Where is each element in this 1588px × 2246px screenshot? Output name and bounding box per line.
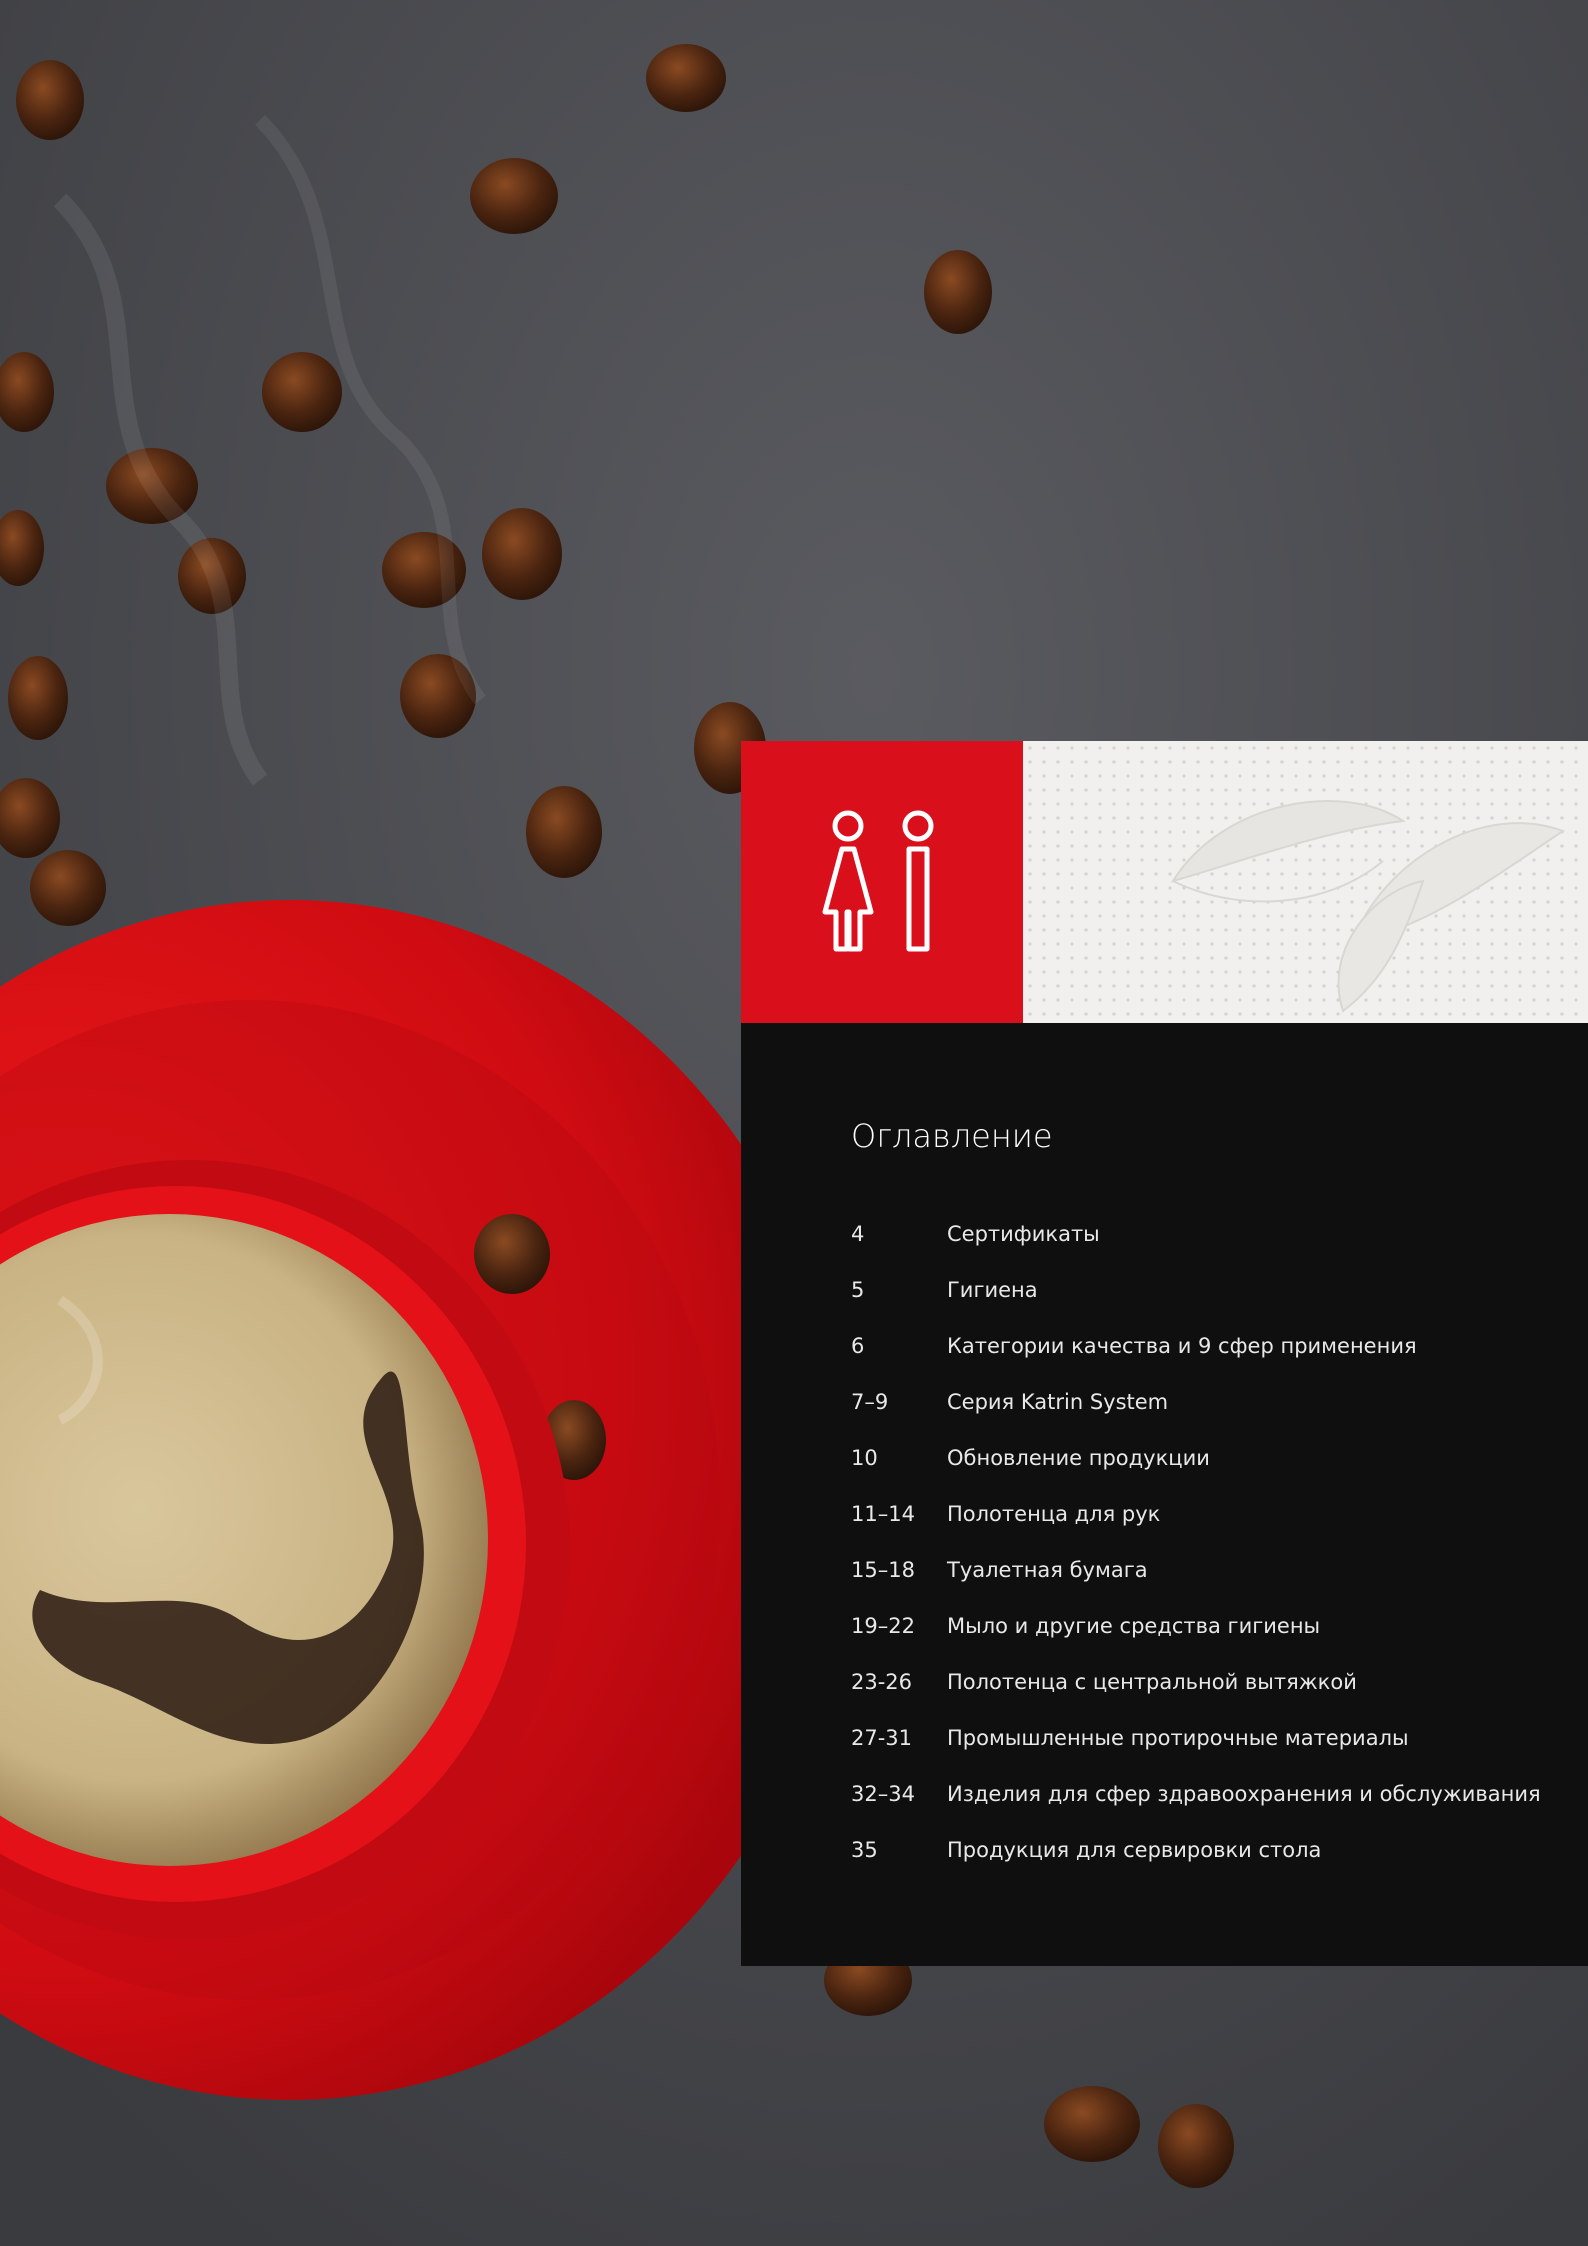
toc-item: 11–14 Полотенца для рук	[851, 1486, 1541, 1542]
restroom-icon	[822, 810, 934, 952]
toc-section-title: Туалетная бумага	[947, 1558, 1148, 1582]
toc-section-title: Категории качества и 9 сфер применения	[947, 1334, 1417, 1358]
toc-item: 15–18 Туалетная бумага	[851, 1542, 1541, 1598]
toc-page-range: 23-26	[851, 1670, 913, 1694]
toc-page-range: 15–18	[851, 1558, 915, 1582]
toc-section-title: Серия Katrin System	[947, 1390, 1169, 1414]
embossed-paper-texture	[1023, 741, 1588, 1023]
toc-item: 4 Сертификаты	[851, 1206, 1541, 1262]
toc-item: 7–9 Серия Katrin System	[851, 1374, 1541, 1430]
toc-item: 35 Продукция для сервировки стола	[851, 1822, 1541, 1878]
toc-section-title: Сертификаты	[947, 1222, 1100, 1246]
toc-item: 23-26 Полотенца с центральной вытяжкой	[851, 1654, 1541, 1710]
toc-list: 4 Сертификаты 5 Гигиена 6 Категории качества …	[851, 1206, 1541, 1878]
toc-page-range: 5	[851, 1278, 865, 1302]
toc-page-range: 32–34	[851, 1782, 915, 1806]
toc-item: 5 Гигиена	[851, 1262, 1541, 1318]
toc-page-range: 10	[851, 1446, 878, 1470]
toc-section-title: Полотенца с центральной вытяжкой	[947, 1670, 1357, 1694]
toc-item: 10 Обновление продукции	[851, 1430, 1541, 1486]
restroom-icon-tile	[741, 741, 1023, 1023]
toc-item: 6 Категории качества и 9 сфер применения	[851, 1318, 1541, 1374]
toc-section-title: Полотенца для рук	[947, 1502, 1161, 1526]
toc-item: 27-31 Промышленные протирочные материалы	[851, 1710, 1541, 1766]
toc-item: 19–22 Мыло и другие средства гигиены	[851, 1598, 1541, 1654]
toc-page-range: 27-31	[851, 1726, 913, 1750]
toc-page-range: 4	[851, 1222, 865, 1246]
toc-page-range: 19–22	[851, 1614, 915, 1638]
toc-section-title: Мыло и другие средства гигиены	[947, 1614, 1321, 1638]
toc-section-title: Промышленные протирочные материалы	[947, 1726, 1409, 1750]
toc-page-range: 11–14	[851, 1502, 915, 1526]
table-of-contents-panel: Оглавление 4 Сертификаты 5 Гигиена 6 Категори…	[741, 1023, 1588, 1966]
toc-title: Оглавление	[851, 1117, 1053, 1155]
toc-section-title: Гигиена	[947, 1278, 1038, 1302]
toc-page-range: 7–9	[851, 1390, 889, 1414]
toc-section-title: Обновление продукции	[947, 1446, 1210, 1470]
toc-item: 32–34 Изделия для сфер здравоохранения и …	[851, 1766, 1541, 1822]
toc-page-range: 6	[851, 1334, 865, 1358]
toc-section-title: Продукция для сервировки стола	[947, 1838, 1322, 1862]
paper-texture-panel	[1023, 741, 1588, 1023]
toc-page-range: 35	[851, 1838, 878, 1862]
toc-section-title: Изделия для сфер здравоохранения и обслу…	[947, 1782, 1541, 1806]
